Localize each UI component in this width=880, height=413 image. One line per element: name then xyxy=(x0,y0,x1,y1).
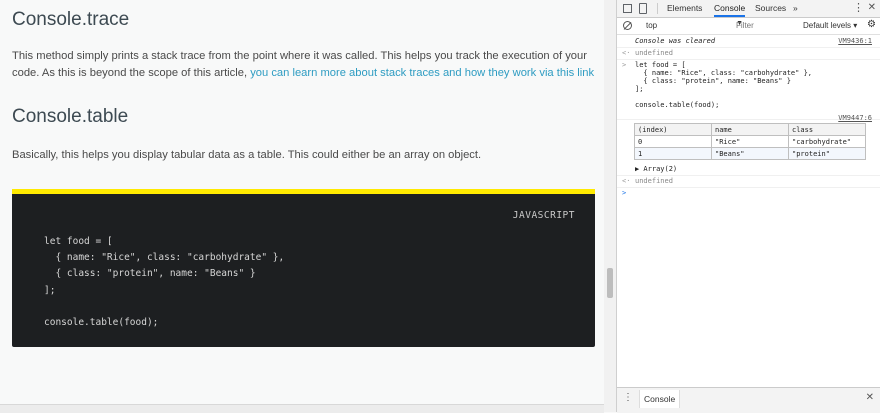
kebab-menu-icon[interactable]: ⋮ xyxy=(853,1,864,14)
scrollbar-thumb[interactable] xyxy=(607,268,613,298)
devtools-panel: Elements Console Sources » ⋮ ✕ top ▼ Def… xyxy=(616,0,880,413)
context-selector[interactable]: top ▼ xyxy=(639,20,745,31)
page-scrollbar[interactable] xyxy=(604,0,616,412)
result-value: undefined xyxy=(635,177,673,185)
console-table: (index) name class 0 "Rice" "carbohydrat… xyxy=(634,123,866,160)
input-chevron-icon: > xyxy=(622,61,627,69)
console-input-code: let food = [ { name: "Rice", class: "car… xyxy=(635,61,813,109)
code-block: JAVASCRIPT let food = [ { name: "Rice", … xyxy=(12,189,595,347)
table-header-row: (index) name class xyxy=(634,123,866,136)
article-pane: Console.trace This method simply prints … xyxy=(0,0,604,413)
column-header[interactable]: class xyxy=(788,123,866,136)
code-line: let food = [ xyxy=(44,236,113,247)
result-arrow-icon: <· xyxy=(622,177,631,185)
drawer-menu-icon[interactable]: ⋮ xyxy=(623,392,633,403)
code-line: console.table(food); xyxy=(44,317,159,329)
console-result: <· undefined xyxy=(617,177,880,188)
column-header[interactable]: name xyxy=(711,123,789,136)
clear-console-icon[interactable] xyxy=(623,21,632,30)
console-input-entry: > let food = [ { name: "Rice", class: "c… xyxy=(617,61,880,120)
table-cell: "protein" xyxy=(788,147,866,160)
result-value: undefined xyxy=(635,49,673,57)
table-cell: "Rice" xyxy=(711,135,789,148)
settings-gear-icon[interactable]: ⚙ xyxy=(867,19,876,30)
code-line: { name: "Rice", class: "carbohydrate" }, xyxy=(44,252,285,264)
column-header[interactable]: (index) xyxy=(634,123,712,136)
code-language-label: JAVASCRIPT xyxy=(512,210,575,221)
context-label: top xyxy=(646,21,658,30)
console-cleared-text: Console was cleared xyxy=(635,37,716,45)
close-drawer-icon[interactable]: ✕ xyxy=(866,392,874,403)
source-link[interactable]: VM9447:6 xyxy=(838,114,872,122)
toolbar-divider xyxy=(657,3,658,14)
code-line: ]; xyxy=(44,284,56,296)
table-cell: "Beans" xyxy=(711,147,789,160)
prompt-chevron-icon: > xyxy=(622,189,627,197)
table-cell: 1 xyxy=(634,147,712,160)
devtools-tabbar: Elements Console Sources » ⋮ ✕ xyxy=(617,0,880,18)
close-devtools-icon[interactable]: ✕ xyxy=(868,2,876,13)
console-result: <· undefined xyxy=(617,49,880,60)
filter-input[interactable] xyxy=(733,20,795,31)
table-cell: "carbohydrate" xyxy=(788,135,866,148)
console-message: Console was cleared VM9436:1 xyxy=(617,37,880,48)
array-summary-line: ▶ Array(2) xyxy=(617,165,880,176)
tab-sources[interactable]: Sources xyxy=(755,3,786,13)
table-row: 0 "Rice" "carbohydrate" xyxy=(634,135,866,148)
code-line: { class: "protein", name: "Beans" } xyxy=(44,268,256,280)
tab-console[interactable]: Console xyxy=(714,3,746,17)
device-toolbar-icon[interactable] xyxy=(639,3,647,14)
result-arrow-icon: <· xyxy=(622,49,631,57)
log-levels-dropdown[interactable]: Default levels ▾ xyxy=(803,21,857,30)
trace-paragraph: This method simply prints a stack trace … xyxy=(12,48,597,82)
console-prompt-line[interactable]: > xyxy=(617,189,880,199)
code-content: let food = [ { name: "Rice", class: "car… xyxy=(44,234,284,331)
table-paragraph: Basically, this helps you display tabula… xyxy=(12,149,482,161)
heading-console-trace: Console.trace xyxy=(12,9,130,30)
tab-elements[interactable]: Elements xyxy=(667,3,702,13)
drawer-tab-console[interactable]: Console xyxy=(639,390,681,408)
console-drawer: ⋮ Console ✕ xyxy=(617,387,880,413)
inspect-element-icon[interactable] xyxy=(623,4,632,13)
array-expander[interactable]: ▶ Array(2) xyxy=(635,165,677,173)
console-toolbar: top ▼ Default levels ▾ ⚙ xyxy=(617,18,880,35)
source-link[interactable]: VM9436:1 xyxy=(838,37,872,45)
heading-console-table: Console.table xyxy=(12,106,129,127)
table-cell: 0 xyxy=(634,135,712,148)
table-row: 1 "Beans" "protein" xyxy=(634,147,866,160)
stack-trace-link[interactable]: you can learn more about stack traces an… xyxy=(250,67,594,79)
more-tabs-button[interactable]: » xyxy=(793,3,798,13)
